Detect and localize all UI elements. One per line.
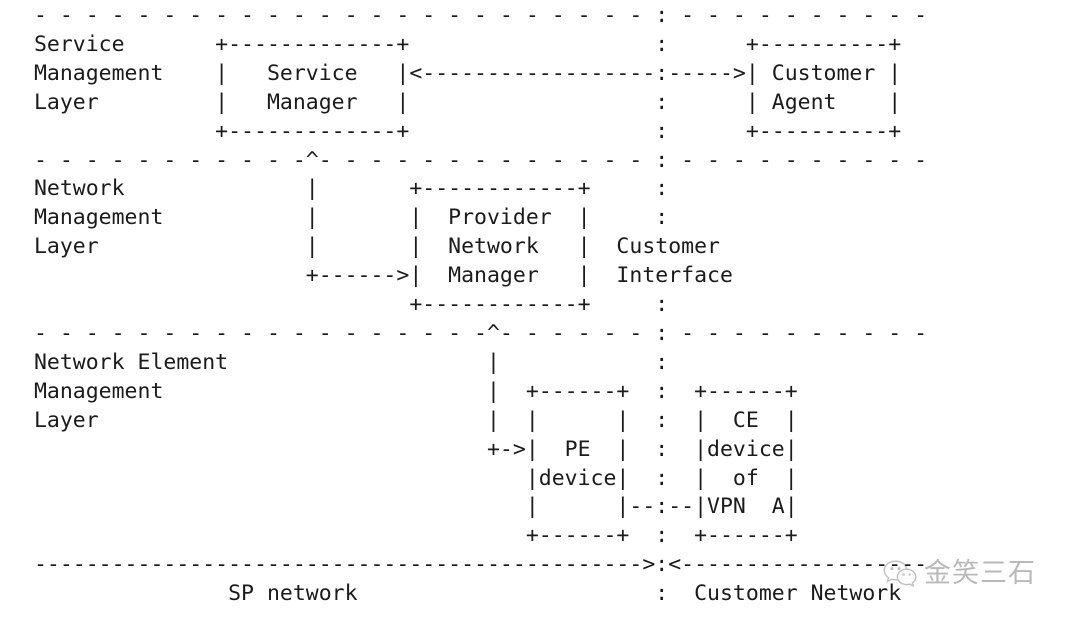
- ascii-diagram-canvas: - - - - - - - - - - - - - - - - - - - - …: [0, 0, 1080, 624]
- watermark-text: 金笑三石: [924, 558, 1036, 589]
- ascii-art-diagram: - - - - - - - - - - - - - - - - - - - - …: [33, 3, 928, 607]
